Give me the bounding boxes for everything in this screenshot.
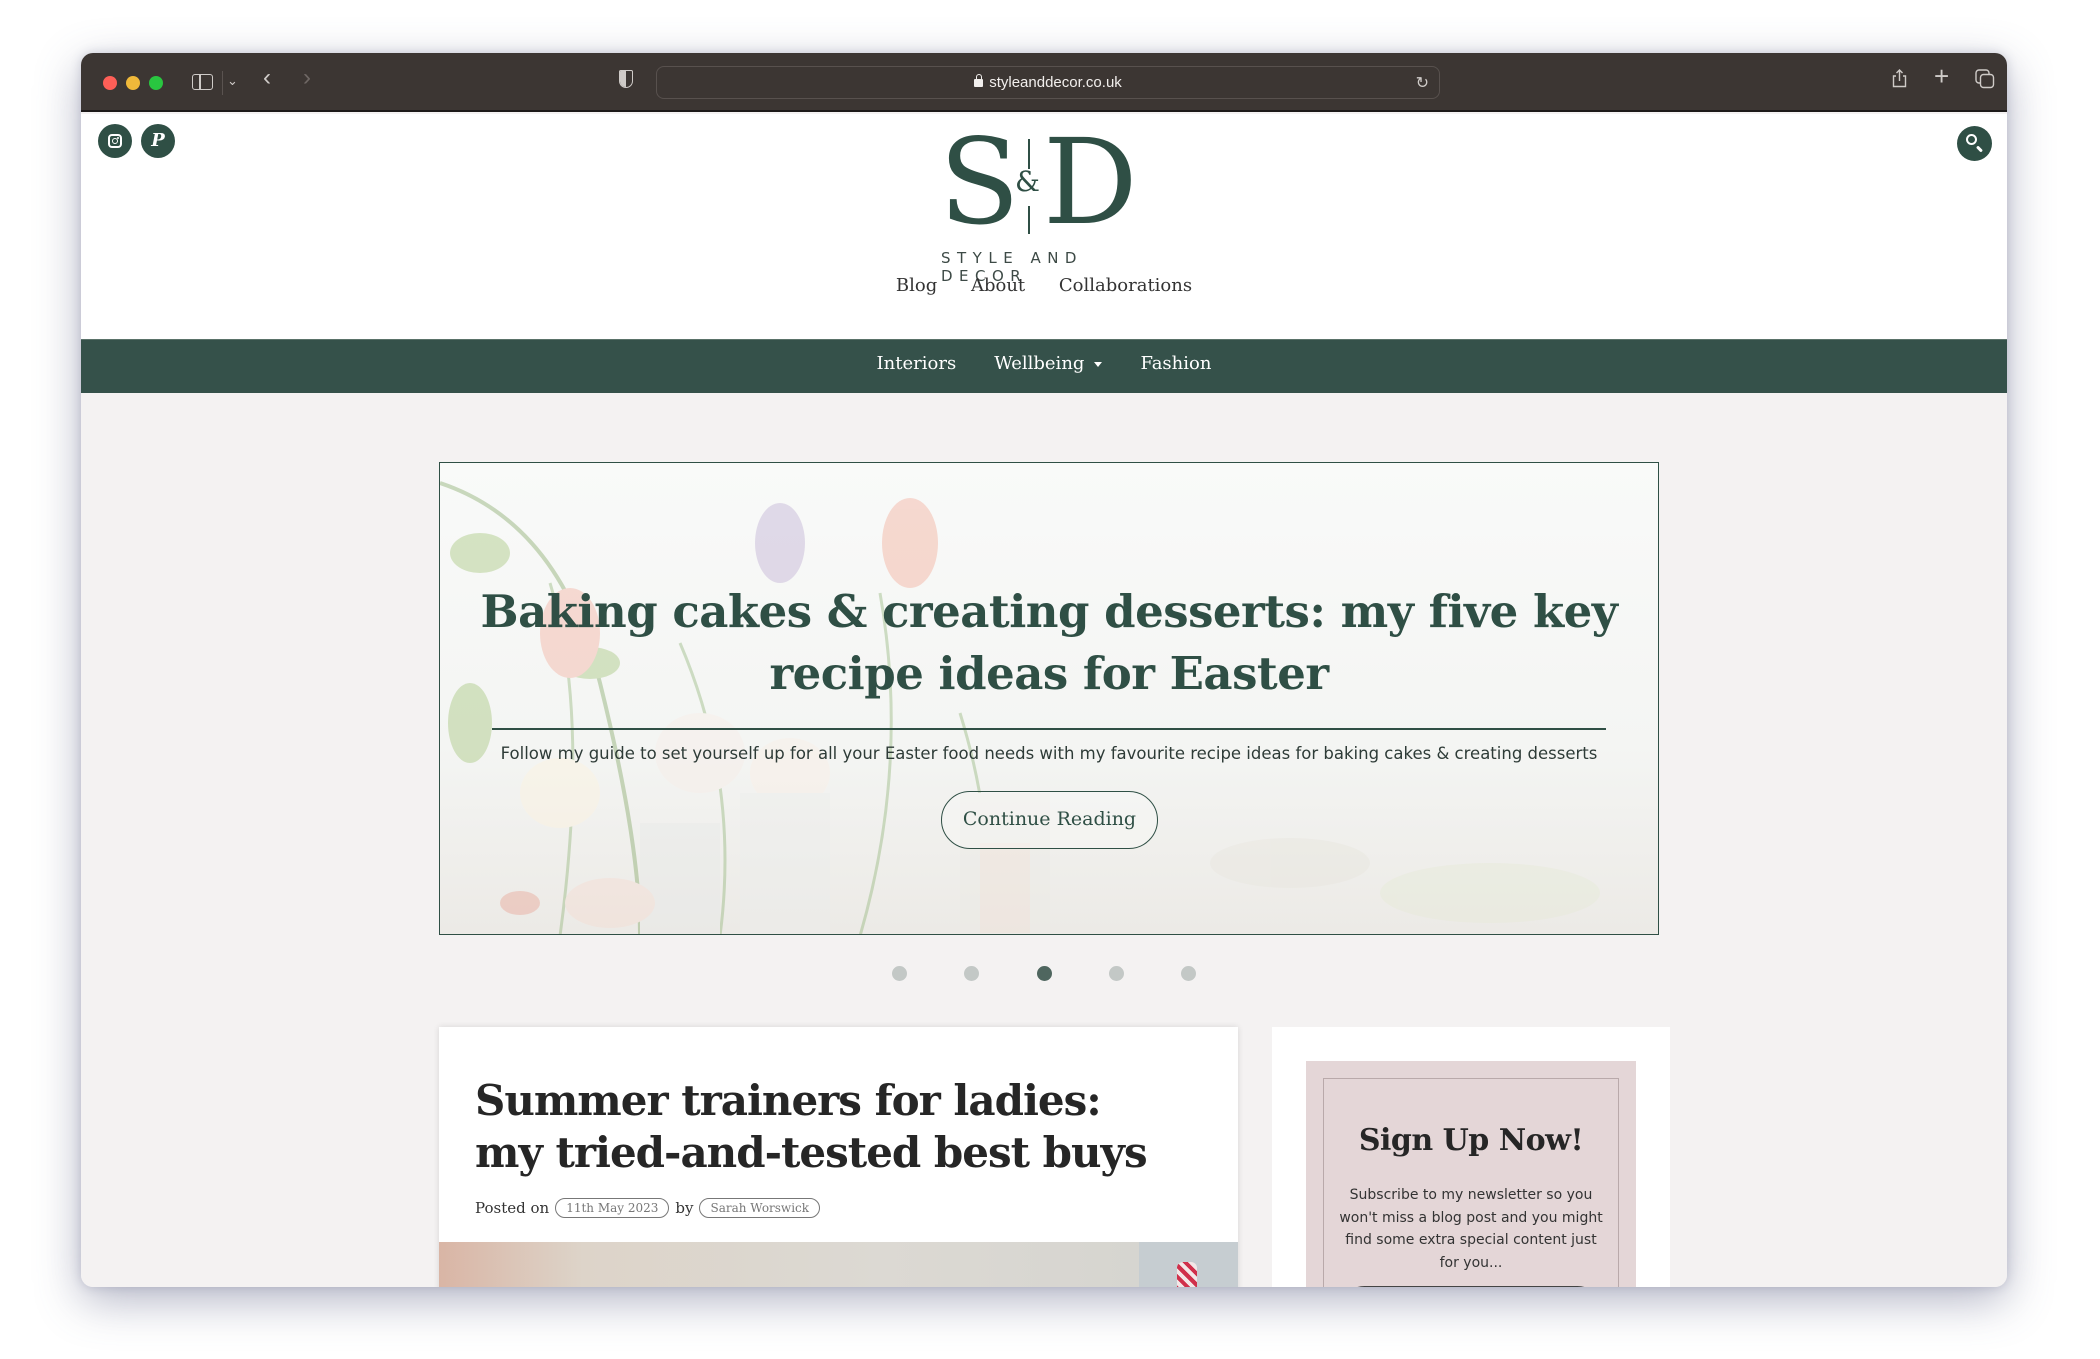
sidebar: Sign Up Now! Subscribe to my newsletter … [1272,1027,1670,1287]
pinterest-link[interactable]: P [141,124,175,158]
slide-dot-2[interactable] [964,966,980,981]
posted-on-label: Posted on [475,1199,550,1217]
nav-link-collaborations[interactable]: Collaborations [1059,275,1192,296]
signup-frame: Sign Up Now! Subscribe to my newsletter … [1323,1078,1619,1287]
post-title[interactable]: Summer trainers for ladies: my tried-and… [475,1075,1175,1179]
minimize-window-button[interactable] [126,76,140,90]
instagram-link[interactable] [98,124,132,158]
email-field[interactable] [1341,1286,1601,1287]
newsletter-signup: Sign Up Now! Subscribe to my newsletter … [1306,1061,1636,1287]
slide-dot-1[interactable] [891,966,907,981]
instagram-icon [108,134,122,148]
post-meta: Posted on 11th May 2023 by Sarah Worswic… [475,1198,821,1218]
browser-toolbar: ⌄ ‹ › styleanddecor.co.uk ↻ + [81,53,2007,112]
toy-figure [1177,1262,1197,1287]
site-header: P S & D STYLE AND DECOR Blog About Colla… [81,114,2007,339]
slider-pagination [81,966,2007,986]
lock-icon [974,74,984,87]
logo-letter-d: D [1043,113,1138,251]
caret-down-icon [1094,361,1103,367]
nav-link-wellbeing-label: Wellbeing [994,353,1085,374]
new-tab-icon[interactable]: + [1934,63,1949,89]
top-nav: Blog About Collaborations [81,275,2007,296]
url-text: styleanddecor.co.uk [989,74,1122,91]
site-logo[interactable]: S & D STYLE AND DECOR [931,123,1161,285]
pinterest-icon: P [151,130,165,151]
privacy-shield-icon[interactable] [619,70,633,88]
toolbar-divider [222,71,223,95]
nav-link-interiors[interactable]: Interiors [877,353,957,374]
web-page: P S & D STYLE AND DECOR Blog About Colla… [81,114,2007,1287]
hero-divider [492,728,1606,730]
nav-link-fashion[interactable]: Fashion [1140,353,1211,374]
url-display[interactable]: styleanddecor.co.uk [657,74,1439,91]
search-icon[interactable] [1957,126,1992,161]
slide-dot-5[interactable] [1181,966,1197,981]
slide-dot-3-active[interactable] [1036,966,1052,981]
sidebar-toggle-icon[interactable] [192,74,213,90]
forward-icon[interactable]: › [303,66,311,90]
continue-reading-button[interactable]: Continue Reading [941,791,1158,849]
nav-link-about[interactable]: About [971,275,1025,296]
tab-overview-icon[interactable] [1975,69,1995,89]
post-card: Summer trainers for ladies: my tried-and… [439,1027,1238,1287]
slide-dot-4[interactable] [1108,966,1124,981]
category-nav: Interiors Wellbeing Fashion [81,339,2007,393]
signup-text: Subscribe to my newsletter so you won't … [1339,1187,1603,1271]
address-bar[interactable]: styleanddecor.co.uk ↻ [656,66,1440,99]
close-window-button[interactable] [103,76,117,90]
zoom-window-button[interactable] [149,76,163,90]
share-icon[interactable] [1892,69,1907,88]
signup-title: Sign Up Now! [1358,1123,1584,1158]
hero-subtitle: Follow my guide to set yourself up for a… [500,744,1598,763]
by-label: by [675,1199,694,1217]
nav-link-blog[interactable]: Blog [896,275,937,296]
chevron-down-icon[interactable]: ⌄ [227,71,238,91]
post-date[interactable]: 11th May 2023 [555,1198,670,1218]
hero-title[interactable]: Baking cakes & creating desserts: my fiv… [480,581,1618,705]
logo-divider [1028,206,1030,234]
logo-ampersand: & [1015,165,1040,198]
browser-window: ⌄ ‹ › styleanddecor.co.uk ↻ + P S & D ST… [81,53,2007,1287]
nav-link-wellbeing[interactable]: Wellbeing [994,353,1103,374]
logo-letter-s: S [939,113,1020,251]
reload-icon[interactable]: ↻ [1416,73,1429,93]
back-icon[interactable]: ‹ [263,66,271,90]
post-featured-image[interactable] [439,1242,1238,1287]
hero-slider: Baking cakes & creating desserts: my fiv… [439,462,1659,935]
post-author[interactable]: Sarah Worswick [699,1198,821,1218]
